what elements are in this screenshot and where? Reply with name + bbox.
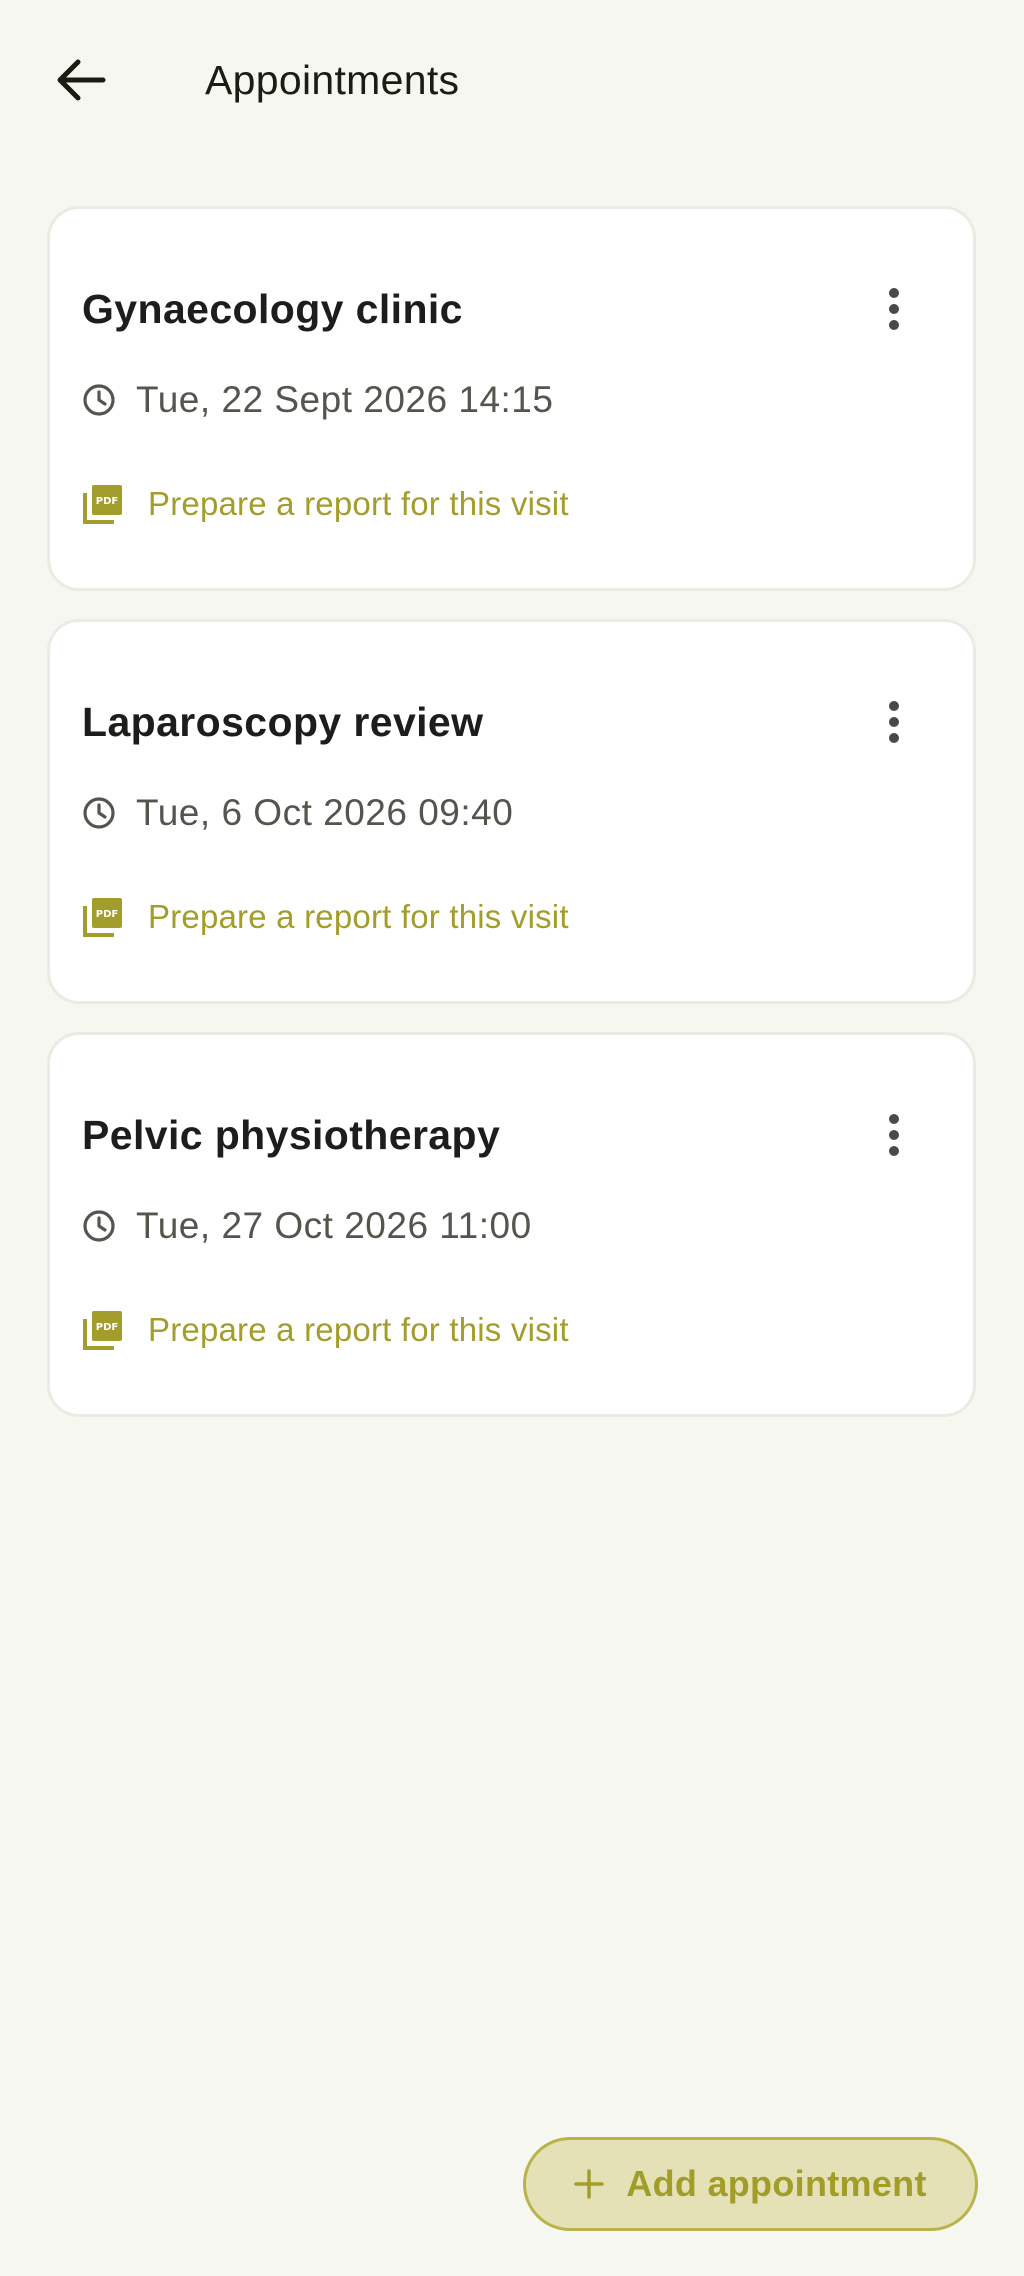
appointment-time: Tue, 6 Oct 2026 09:40 [82, 788, 513, 838]
add-appointment-label: Add appointment [626, 2163, 927, 2204]
plus-icon [574, 2169, 605, 2199]
pdf-file-icon: PDF [82, 483, 124, 525]
more-options-button[interactable] [866, 1107, 922, 1163]
prepare-report-link[interactable]: PDF Prepare a report for this visit [82, 1305, 569, 1355]
arrow-left-icon [54, 58, 106, 102]
appointment-time: Tue, 27 Oct 2026 11:00 [82, 1201, 532, 1251]
svg-text:PDF: PDF [96, 496, 118, 507]
clock-icon [82, 796, 116, 830]
appointment-card[interactable]: Gynaecology clinic Tue, 22 Sept 2026 14:… [47, 206, 976, 591]
page-title: Appointments [205, 57, 460, 103]
prepare-report-link[interactable]: PDF Prepare a report for this visit [82, 892, 569, 942]
appointment-datetime: Tue, 27 Oct 2026 11:00 [136, 1205, 532, 1246]
back-button[interactable] [40, 40, 120, 120]
pdf-file-icon: PDF [82, 1309, 124, 1351]
appointment-time: Tue, 22 Sept 2026 14:15 [82, 375, 553, 425]
more-options-button[interactable] [866, 694, 922, 750]
clock-icon [82, 1209, 116, 1243]
prepare-report-label: Prepare a report for this visit [148, 1311, 569, 1348]
more-vertical-icon [887, 287, 901, 331]
prepare-report-label: Prepare a report for this visit [148, 898, 569, 935]
top-app-bar: Appointments [0, 0, 1024, 164]
appointment-datetime: Tue, 22 Sept 2026 14:15 [136, 379, 554, 420]
prepare-report-label: Prepare a report for this visit [148, 485, 569, 522]
prepare-report-link[interactable]: PDF Prepare a report for this visit [82, 479, 569, 529]
appointment-title: Laparoscopy review [82, 699, 484, 745]
more-options-button[interactable] [866, 281, 922, 337]
appointment-card[interactable]: Pelvic physiotherapy Tue, 27 Oct 2026 11… [47, 1032, 976, 1417]
more-vertical-icon [887, 700, 901, 744]
add-appointment-button[interactable]: Add appointment [523, 2137, 978, 2231]
appointment-title: Pelvic physiotherapy [82, 1112, 501, 1158]
appointment-title: Gynaecology clinic [82, 286, 463, 332]
svg-text:PDF: PDF [96, 1322, 118, 1333]
pdf-file-icon: PDF [82, 896, 124, 938]
svg-text:PDF: PDF [96, 909, 118, 920]
more-vertical-icon [887, 1113, 901, 1157]
clock-icon [82, 383, 116, 417]
appointment-datetime: Tue, 6 Oct 2026 09:40 [136, 792, 514, 833]
appointment-card[interactable]: Laparoscopy review Tue, 6 Oct 2026 09:40… [47, 619, 976, 1004]
